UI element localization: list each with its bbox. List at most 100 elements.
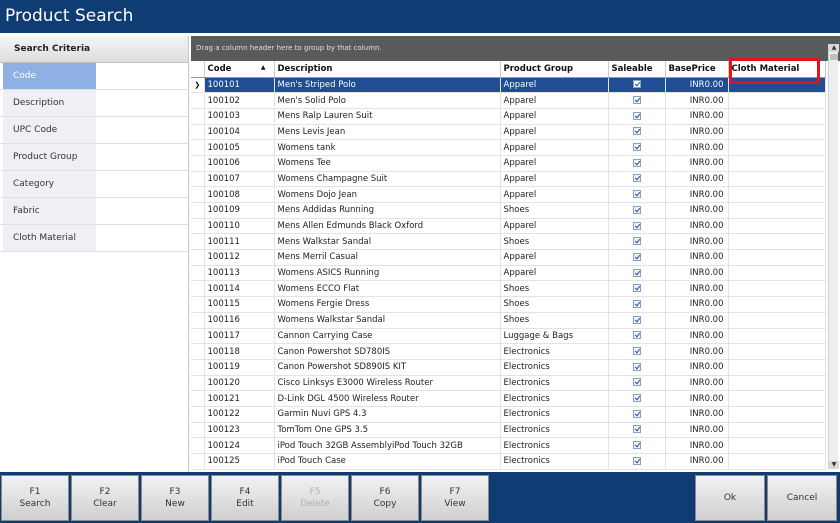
table-row[interactable]: 100115 Womens Fergie Dress Shoes INR0.00 xyxy=(191,296,826,313)
saleable-checkbox[interactable] xyxy=(632,158,641,167)
table-row[interactable]: 100105 Womens tank Apparel INR0.00 xyxy=(191,139,826,156)
column-header-baseprice[interactable]: BasePrice xyxy=(665,61,729,78)
table-row[interactable]: 100103 Mens Ralp Lauren Suit Apparel INR0.0… xyxy=(191,108,826,125)
table-row[interactable]: 100122 Garmin Nuvi GPS 4.3 Electronics INR0… xyxy=(191,406,826,423)
saleable-checkbox[interactable] xyxy=(632,315,641,324)
scroll-up-icon[interactable]: ▲ xyxy=(829,44,839,52)
table-row[interactable]: 100102 Men's Solid Polo Apparel INR0.00 xyxy=(191,92,826,109)
cell-product-group: Electronics xyxy=(500,375,609,392)
criteria-label-code[interactable]: Code xyxy=(3,63,96,89)
saleable-checkbox[interactable] xyxy=(632,299,641,308)
table-row[interactable]: 100123 TomTom One GPS 3.5 Electronics INR0.… xyxy=(191,422,826,439)
cell-saleable xyxy=(608,375,666,392)
criteria-input-cloth-material[interactable] xyxy=(96,225,188,251)
scroll-thumb[interactable] xyxy=(830,54,838,60)
criteria-label-category[interactable]: Category xyxy=(3,171,96,197)
f1-search-button[interactable]: F1 Search xyxy=(1,475,69,521)
column-header-description[interactable]: Description xyxy=(274,61,501,78)
cell-cloth-material xyxy=(728,218,826,235)
cell-saleable xyxy=(608,437,666,454)
saleable-checkbox[interactable] xyxy=(632,96,641,105)
saleable-checkbox[interactable] xyxy=(632,111,641,120)
cell-cloth-material xyxy=(728,202,826,219)
criteria-row-upc-code[interactable]: UPC Code xyxy=(0,117,188,144)
saleable-checkbox[interactable] xyxy=(632,409,641,418)
table-row[interactable]: 100114 Womens ECCO Flat Shoes INR0.00 xyxy=(191,280,826,298)
criteria-label-cloth-material[interactable]: Cloth Material xyxy=(3,225,96,251)
table-row[interactable]: 100116 Womens Walkstar Sandal Shoes INR0.00 xyxy=(191,312,826,329)
saleable-checkbox[interactable] xyxy=(632,221,641,230)
saleable-checkbox[interactable] xyxy=(632,190,641,199)
cell-description: Mens Merril Casual xyxy=(274,249,501,266)
column-header-code[interactable]: Code ▲ xyxy=(204,61,275,78)
table-row[interactable]: 100106 Womens Tee Apparel INR0.00 xyxy=(191,155,826,172)
table-row[interactable]: 100104 Mens Levis Jean Apparel INR0.00 xyxy=(191,124,826,141)
table-row[interactable]: 100117 Cannon Carrying Case Luggage & Bags… xyxy=(191,328,826,345)
saleable-checkbox[interactable] xyxy=(632,127,641,136)
criteria-input-category[interactable] xyxy=(96,171,188,197)
saleable-checkbox[interactable] xyxy=(632,143,641,152)
criteria-row-description[interactable]: Description xyxy=(0,90,188,117)
criteria-row-fabric[interactable]: Fabric xyxy=(0,198,188,225)
saleable-checkbox[interactable] xyxy=(632,237,641,246)
saleable-checkbox[interactable] xyxy=(632,268,641,277)
criteria-row-cloth-material[interactable]: Cloth Material xyxy=(0,225,188,252)
f5-delete-button[interactable]: F5 Delete xyxy=(281,475,349,521)
table-row[interactable]: 100111 Mens Walkstar Sandal Shoes INR0.00 xyxy=(191,233,826,251)
saleable-checkbox[interactable] xyxy=(632,347,641,356)
saleable-checkbox[interactable] xyxy=(632,174,641,183)
criteria-label-description[interactable]: Description xyxy=(3,90,96,116)
cell-product-group: Apparel xyxy=(500,77,609,94)
criteria-label-fabric[interactable]: Fabric xyxy=(3,198,96,224)
criteria-input-product-group[interactable] xyxy=(96,144,188,170)
criteria-row-code[interactable]: Code xyxy=(0,63,188,90)
f2-key: F2 xyxy=(99,487,111,497)
criteria-row-product-group[interactable]: Product Group xyxy=(0,144,188,171)
table-row[interactable]: 100121 D-Link DGL 4500 Wireless Router Ele… xyxy=(191,390,826,407)
saleable-checkbox[interactable] xyxy=(632,80,641,89)
f3-new-button[interactable]: F3 New xyxy=(141,475,209,521)
saleable-checkbox[interactable] xyxy=(632,378,641,387)
table-row[interactable]: 100110 Mens Allen Edmunds Black Oxford App… xyxy=(191,218,826,235)
table-row[interactable]: 100119 Canon Powershot SD890IS KIT Electro… xyxy=(191,359,826,376)
criteria-input-upc-code[interactable] xyxy=(96,117,188,143)
saleable-checkbox[interactable] xyxy=(632,456,641,465)
cell-cloth-material xyxy=(728,390,826,407)
f2-clear-button[interactable]: F2 Clear xyxy=(71,475,139,521)
cancel-button[interactable]: Cancel xyxy=(767,475,837,521)
criteria-input-description[interactable] xyxy=(96,90,188,116)
table-row[interactable]: 100124 iPod Touch 32GB AssemblyiPod Touch… xyxy=(191,437,826,454)
f4-edit-button[interactable]: F4 Edit xyxy=(211,475,279,521)
ok-button[interactable]: Ok xyxy=(695,475,765,521)
table-row[interactable]: 100125 iPod Touch Case Electronics INR0.00 xyxy=(191,453,826,470)
saleable-checkbox[interactable] xyxy=(632,205,641,214)
criteria-input-code[interactable] xyxy=(96,63,188,89)
vertical-scrollbar[interactable]: ▲ ▼ xyxy=(828,44,839,469)
f7-view-button[interactable]: F7 View xyxy=(421,475,489,521)
table-row[interactable]: 100112 Mens Merril Casual Apparel INR0.00 xyxy=(191,249,826,266)
criteria-input-fabric[interactable] xyxy=(96,198,188,224)
table-row[interactable]: 100120 Cisco Linksys E3000 Wireless Route… xyxy=(191,375,826,392)
row-indicator-icon xyxy=(191,265,205,282)
column-header-saleable[interactable]: Saleable xyxy=(608,61,666,78)
row-indicator-icon xyxy=(191,92,205,109)
table-row[interactable]: 100118 Canon Powershot SD780IS Electronics… xyxy=(191,343,826,360)
saleable-checkbox[interactable] xyxy=(632,441,641,450)
cell-product-group: Shoes xyxy=(500,312,609,329)
f6-copy-button[interactable]: F6 Copy xyxy=(351,475,419,521)
saleable-checkbox[interactable] xyxy=(632,425,641,434)
criteria-label-product-group[interactable]: Product Group xyxy=(3,144,96,170)
column-header-product-group[interactable]: Product Group xyxy=(500,61,609,78)
table-row[interactable]: 100107 Womens Champagne Suit Apparel INR0.0… xyxy=(191,171,826,188)
table-row[interactable]: 100109 Mens Addidas Running Shoes INR0.00 xyxy=(191,202,826,219)
table-row[interactable]: 100113 Womens ASICS Running Apparel INR0.00 xyxy=(191,265,826,282)
scroll-down-icon[interactable]: ▼ xyxy=(829,461,839,469)
saleable-checkbox[interactable] xyxy=(632,284,641,293)
saleable-checkbox[interactable] xyxy=(632,362,641,371)
criteria-label-upc-code[interactable]: UPC Code xyxy=(3,117,96,143)
table-row[interactable]: 100108 Womens Dojo Jean Apparel INR0.00 xyxy=(191,186,826,203)
saleable-checkbox[interactable] xyxy=(632,331,641,340)
saleable-checkbox[interactable] xyxy=(632,394,641,403)
saleable-checkbox[interactable] xyxy=(632,252,641,261)
criteria-row-category[interactable]: Category xyxy=(0,171,188,198)
